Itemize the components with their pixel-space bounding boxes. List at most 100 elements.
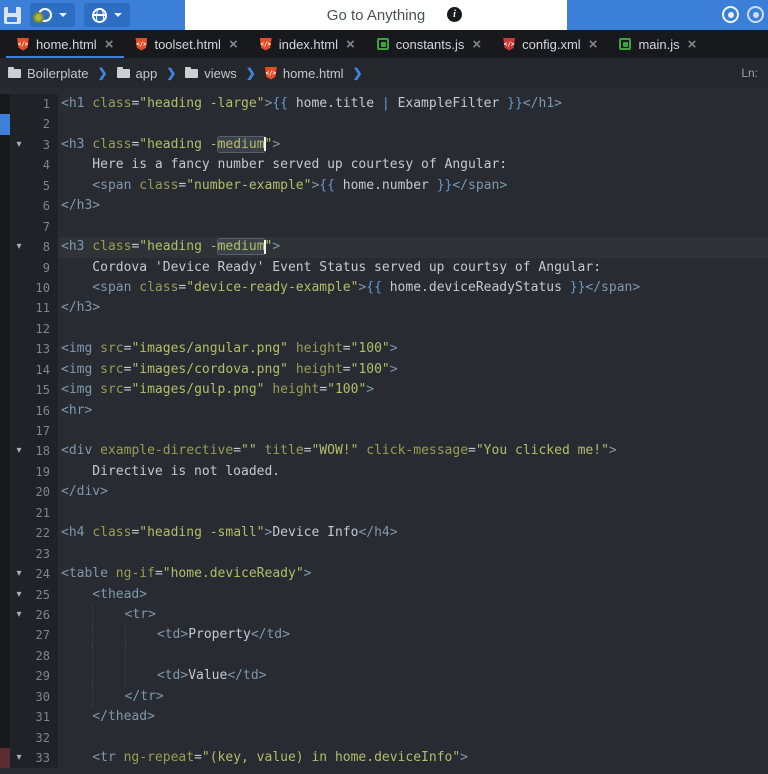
syntax-segment: medium	[218, 137, 265, 152]
code-line-text[interactable]	[58, 646, 768, 666]
margin-strip	[0, 196, 10, 216]
syntax-segment	[92, 382, 100, 397]
pane-toggle-icon-2[interactable]	[747, 6, 764, 23]
code-line-text[interactable]: Directive is not loaded.	[58, 462, 768, 482]
code-line-text[interactable]	[58, 319, 768, 339]
code-line-text[interactable]: <img src="images/cordova.png" height="10…	[58, 360, 768, 380]
syntax-segment: </td>	[227, 668, 266, 683]
code-line: 2	[0, 114, 768, 134]
code-line-text[interactable]: </thead>	[58, 707, 768, 727]
fold-toggle-icon[interactable]: ▾	[10, 441, 28, 461]
code-line-text[interactable]	[58, 503, 768, 523]
code-line-text[interactable]: <tr ng-repeat="(key, value) in home.devi…	[58, 748, 768, 768]
breadcrumb-item-views[interactable]: views	[185, 66, 237, 81]
gutter-padding	[50, 687, 58, 707]
fold-column	[10, 544, 28, 564]
code-line-text[interactable]: </h3>	[58, 196, 768, 216]
code-line-text[interactable]: </h3>	[58, 298, 768, 318]
code-line-text[interactable]: </tr>	[58, 687, 768, 707]
code-line-text[interactable]: <h3 class="heading -medium">	[58, 135, 768, 155]
code-line-text[interactable]: </div>	[58, 482, 768, 502]
code-line-text[interactable]: <h3 class="heading -medium">	[58, 237, 768, 257]
breadcrumb-item-app[interactable]: app	[117, 66, 158, 81]
preview-button[interactable]	[30, 3, 75, 27]
code-line-text[interactable]	[58, 421, 768, 441]
indent-guide	[125, 646, 157, 666]
breadcrumb-item-Boilerplate[interactable]: Boilerplate	[8, 66, 88, 81]
code-line-text[interactable]: <tr>	[58, 605, 768, 625]
tab-toolset.html[interactable]: </>toolset.html×	[124, 30, 248, 58]
syntax-segment: class	[92, 525, 131, 540]
syntax-segment: "heading -	[139, 239, 217, 254]
indent-guide	[61, 462, 92, 482]
code-line-text[interactable]: Here is a fancy number served up courtes…	[58, 155, 768, 175]
line-number: 14	[28, 360, 50, 380]
code-line-text[interactable]: <td>Property</td>	[58, 625, 768, 645]
tab-label: toolset.html	[154, 37, 220, 52]
fold-toggle-icon[interactable]: ▾	[10, 585, 28, 605]
line-number: 23	[28, 544, 50, 564]
code-line-text[interactable]	[58, 114, 768, 134]
code-line-text[interactable]: Cordova 'Device Ready' Event Status serv…	[58, 258, 768, 278]
pane-toggle-icon-1[interactable]	[722, 6, 739, 23]
xml-file-icon: </>	[503, 38, 515, 51]
syntax-segment: "number-example"	[186, 178, 311, 193]
tab-home.html[interactable]: </>home.html×	[6, 30, 124, 58]
line-number: 33	[28, 748, 50, 768]
margin-strip	[0, 319, 10, 339]
syntax-segment: "100"	[351, 341, 390, 356]
tab-index.html[interactable]: </>index.html×	[249, 30, 366, 58]
tab-constants.js[interactable]: constants.js×	[366, 30, 492, 58]
fold-toggle-icon[interactable]: ▾	[10, 564, 28, 584]
code-line-text[interactable]: <table ng-if="home.deviceReady">	[58, 564, 768, 584]
close-icon[interactable]: ×	[688, 37, 697, 52]
code-line-text[interactable]: <td>Value</td>	[58, 666, 768, 686]
close-icon[interactable]: ×	[472, 37, 481, 52]
syntax-segment: </thead>	[92, 709, 155, 724]
gutter-padding	[50, 564, 58, 584]
fold-toggle-icon[interactable]: ▾	[10, 237, 28, 257]
go-to-anything-input[interactable]: Go to Anything i	[185, 0, 567, 30]
info-icon[interactable]: i	[447, 7, 462, 22]
tab-config.xml[interactable]: </>config.xml×	[492, 30, 608, 58]
browser-preview-button[interactable]	[84, 3, 130, 27]
line-number: 31	[28, 707, 50, 727]
code-line-text[interactable]: <span class="device-ready-example">{{ ho…	[58, 278, 768, 298]
code-line-text[interactable]	[58, 728, 768, 748]
fold-column	[10, 94, 28, 114]
code-line-text[interactable]	[58, 544, 768, 564]
gutter-padding	[50, 278, 58, 298]
code-line-text[interactable]: <img src="images/angular.png" height="10…	[58, 339, 768, 359]
margin-strip	[0, 625, 10, 645]
close-icon[interactable]: ×	[346, 37, 355, 52]
syntax-segment: "heading -large"	[139, 96, 264, 111]
code-line-text[interactable]: <h4 class="heading -small">Device Info</…	[58, 523, 768, 543]
syntax-segment: </span>	[585, 280, 640, 295]
save-icon[interactable]	[4, 7, 21, 24]
syntax-segment: <hr>	[61, 403, 92, 418]
indent-guide	[61, 748, 92, 768]
code-line-text[interactable]	[58, 217, 768, 237]
syntax-segment: {{	[366, 280, 382, 295]
code-line-text[interactable]: <hr>	[58, 401, 768, 421]
syntax-segment: </h3>	[61, 198, 100, 213]
code-line: ▾33 <tr ng-repeat="(key, value) in home.d…	[0, 748, 768, 768]
close-icon[interactable]: ×	[229, 37, 238, 52]
code-editor[interactable]: 1<h1 class="heading -large">{{ home.titl…	[0, 88, 768, 774]
fold-toggle-icon[interactable]: ▾	[10, 605, 28, 625]
code-line-text[interactable]: <h1 class="heading -large">{{ home.title…	[58, 94, 768, 114]
fold-toggle-icon[interactable]: ▾	[10, 135, 28, 155]
close-icon[interactable]: ×	[105, 37, 114, 52]
code-line-text[interactable]: <span class="number-example">{{ home.num…	[58, 176, 768, 196]
fold-toggle-icon[interactable]: ▾	[10, 748, 28, 768]
code-line-text[interactable]: <div example-directive="" title="WOW!" c…	[58, 441, 768, 461]
syntax-segment: <span	[92, 280, 131, 295]
close-icon[interactable]: ×	[589, 37, 598, 52]
margin-strip	[0, 258, 10, 278]
breadcrumb-item-home.html[interactable]: </>home.html	[265, 66, 344, 81]
code-line-text[interactable]: <thead>	[58, 585, 768, 605]
code-line-text[interactable]: <img src="images/gulp.png" height="100">	[58, 380, 768, 400]
tab-main.js[interactable]: main.js×	[608, 30, 707, 58]
gutter-padding	[50, 544, 58, 564]
code-line: 23	[0, 544, 768, 564]
